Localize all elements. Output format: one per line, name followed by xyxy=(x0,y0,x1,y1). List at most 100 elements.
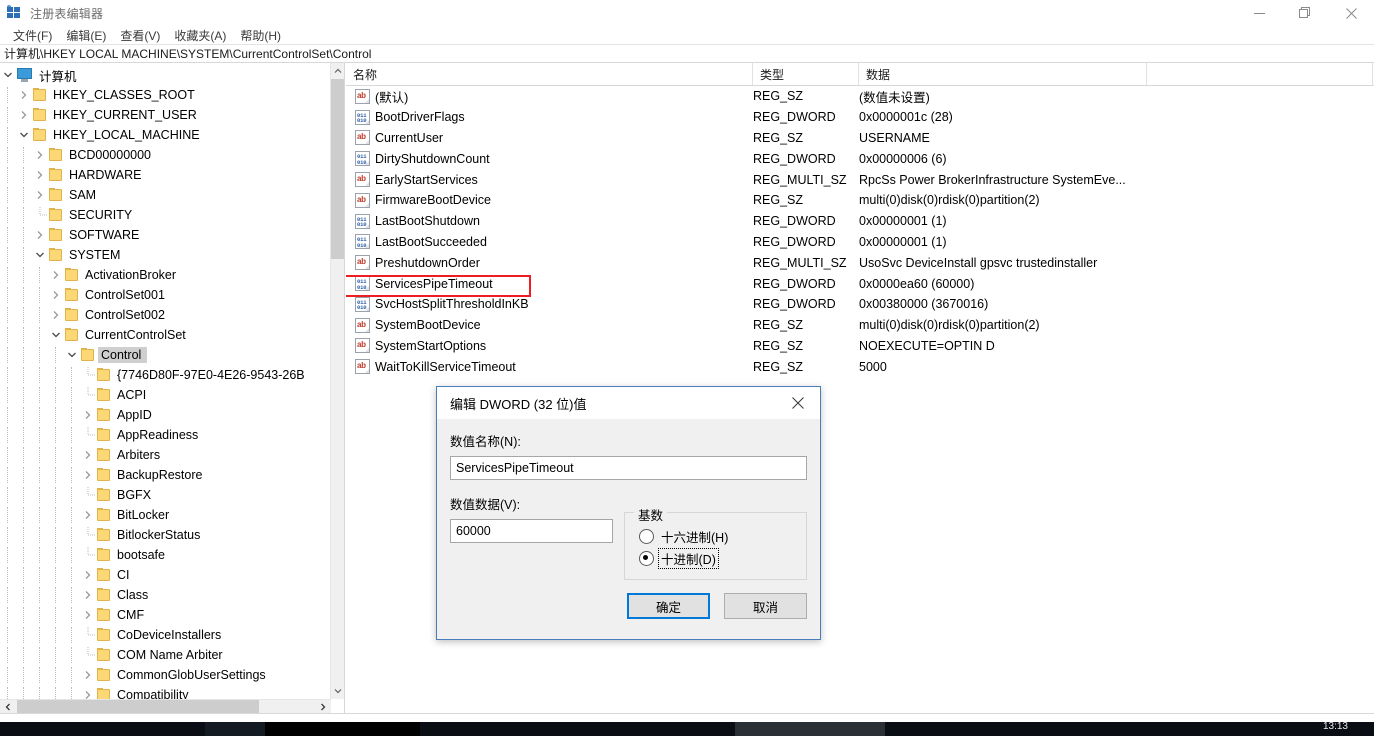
table-row[interactable]: 011 010 SvcHostSplitThresholdInKB REG_DWORD… xyxy=(346,294,1374,315)
column-header-type[interactable]: 类型 xyxy=(753,63,859,85)
chevron-down-icon[interactable] xyxy=(64,347,80,363)
column-header-name[interactable]: 名称 xyxy=(346,63,753,85)
table-row[interactable]: ab FirmwareBootDevice REG_SZ multi(0)disk(0… xyxy=(346,190,1374,211)
address-bar[interactable]: 计算机\HKEY LOCAL MACHINE\SYSTEM\CurrentCon… xyxy=(0,44,1374,63)
table-row[interactable]: 011 010 LastBootSucceeded REG_DWORD 0x000000… xyxy=(346,232,1374,253)
tree-node[interactable]: CI xyxy=(0,565,330,585)
chevron-right-icon[interactable] xyxy=(80,587,96,603)
chevron-right-icon[interactable] xyxy=(80,567,96,583)
tree-node[interactable]: HARDWARE xyxy=(0,165,330,185)
chevron-down-icon[interactable] xyxy=(16,127,32,143)
scroll-right-icon[interactable] xyxy=(315,700,331,713)
tree-node[interactable]: ControlSet002 xyxy=(0,305,330,325)
chevron-right-icon[interactable] xyxy=(32,147,48,163)
chevron-right-icon[interactable] xyxy=(80,407,96,423)
tree-node[interactable]: ACPI xyxy=(0,385,330,405)
minimize-icon[interactable] xyxy=(1236,0,1282,26)
tree-node[interactable]: AppID xyxy=(0,405,330,425)
scroll-down-icon[interactable] xyxy=(331,683,344,699)
tree-node[interactable]: SAM xyxy=(0,185,330,205)
tree-node[interactable]: SOFTWARE xyxy=(0,225,330,245)
chevron-down-icon[interactable] xyxy=(48,327,64,343)
table-row[interactable]: 011 010 ServicesPipeTimeout REG_DWORD 0x0000… xyxy=(346,273,1374,298)
tree-node[interactable]: CoDeviceInstallers xyxy=(0,625,330,645)
tree-node[interactable]: 计算机 xyxy=(0,65,330,85)
chevron-right-icon[interactable] xyxy=(80,507,96,523)
table-row[interactable]: ab SystemStartOptions REG_SZ NOEXECUTE=OPT… xyxy=(346,336,1374,357)
tree-node[interactable]: Control xyxy=(0,345,330,365)
chevron-right-icon[interactable] xyxy=(32,167,48,183)
column-header-data[interactable]: 数据 xyxy=(859,63,1147,85)
taskbar-active-app[interactable] xyxy=(735,722,885,736)
tree-node[interactable]: CMF xyxy=(0,605,330,625)
chevron-right-icon[interactable] xyxy=(80,447,96,463)
chevron-right-icon[interactable] xyxy=(32,187,48,203)
menu-favorites[interactable]: 收藏夹(A) xyxy=(167,26,233,45)
scroll-left-icon[interactable] xyxy=(0,700,16,713)
tree-node[interactable]: SYSTEM xyxy=(0,245,330,265)
taskbar-clock[interactable]: 13:13 xyxy=(1323,722,1348,732)
chevron-right-icon[interactable] xyxy=(16,107,32,123)
table-row[interactable]: ab CurrentUser REG_SZ USERNAME xyxy=(346,128,1374,149)
tree-node[interactable]: Class xyxy=(0,585,330,605)
tree-node[interactable]: Arbiters xyxy=(0,445,330,465)
tree-scroll-thumb[interactable] xyxy=(331,79,344,259)
tree-node[interactable]: ActivationBroker xyxy=(0,265,330,285)
tree-indent-guide xyxy=(32,447,48,463)
menu-file[interactable]: 文件(F) xyxy=(6,26,59,45)
restore-icon[interactable] xyxy=(1282,0,1328,26)
radio-hexadecimal[interactable]: 十六进制(H) xyxy=(639,525,806,547)
chevron-down-icon[interactable] xyxy=(32,247,48,263)
table-row[interactable]: ab (默认) REG_SZ (数值未设置) xyxy=(346,86,1374,107)
tree-node[interactable]: COM Name Arbiter xyxy=(0,645,330,665)
chevron-right-icon[interactable] xyxy=(80,667,96,683)
menu-view[interactable]: 查看(V) xyxy=(113,26,167,45)
table-row[interactable]: ab WaitToKillServiceTimeout REG_SZ 5000 xyxy=(346,356,1374,377)
tree-node[interactable]: HKEY_CLASSES_ROOT xyxy=(0,85,330,105)
tree-vertical-scrollbar[interactable] xyxy=(330,63,344,699)
chevron-right-icon[interactable] xyxy=(48,267,64,283)
tree-node[interactable]: CurrentControlSet xyxy=(0,325,330,345)
menu-edit[interactable]: 编辑(E) xyxy=(59,26,113,45)
tree-node[interactable]: HKEY_LOCAL_MACHINE xyxy=(0,125,330,145)
tree-node[interactable]: BitlockerStatus xyxy=(0,525,330,545)
tree-node[interactable]: BitLocker xyxy=(0,505,330,525)
menu-help[interactable]: 帮助(H) xyxy=(233,26,288,45)
tree-node[interactable]: bootsafe xyxy=(0,545,330,565)
table-row[interactable]: 011 010 BootDriverFlags REG_DWORD 0x0000001c… xyxy=(346,107,1374,128)
column-header-extra[interactable] xyxy=(1147,63,1373,85)
cancel-button[interactable]: 取消 xyxy=(724,593,807,619)
chevron-down-icon[interactable] xyxy=(0,67,16,83)
ok-button[interactable]: 确定 xyxy=(627,593,710,619)
tree-node[interactable]: AppReadiness xyxy=(0,425,330,445)
tree-node[interactable]: BCD00000000 xyxy=(0,145,330,165)
scroll-up-icon[interactable] xyxy=(331,63,344,79)
chevron-right-icon[interactable] xyxy=(48,307,64,323)
tree-node[interactable]: BackupRestore xyxy=(0,465,330,485)
tree-node[interactable]: BGFX xyxy=(0,485,330,505)
chevron-right-icon[interactable] xyxy=(32,227,48,243)
table-row[interactable]: ab SystemBootDevice REG_SZ multi(0)disk(0)r… xyxy=(346,315,1374,336)
radio-decimal[interactable]: 十进制(D) xyxy=(639,547,806,569)
chevron-right-icon[interactable] xyxy=(48,287,64,303)
close-icon[interactable] xyxy=(1328,0,1374,26)
table-row[interactable]: 011 010 LastBootShutdown REG_DWORD 0x0000000… xyxy=(346,211,1374,232)
tree-hscroll-thumb[interactable] xyxy=(17,700,259,713)
tree-node[interactable]: CommonGlobUserSettings xyxy=(0,665,330,685)
tree-node[interactable]: SECURITY xyxy=(0,205,330,225)
value-data-input[interactable] xyxy=(450,519,613,543)
tree-indent-guide xyxy=(0,167,16,183)
chevron-right-icon[interactable] xyxy=(16,87,32,103)
chevron-right-icon[interactable] xyxy=(80,607,96,623)
tree-node[interactable]: {7746D80F-97E0-4E26-9543-26B xyxy=(0,365,330,385)
table-row[interactable]: ab PreshutdownOrder REG_MULTI_SZ UsoSvc Dev… xyxy=(346,252,1374,273)
close-icon[interactable] xyxy=(776,387,820,418)
table-row[interactable]: ab EarlyStartServices REG_MULTI_SZ RpcSs Po… xyxy=(346,169,1374,190)
tree-node[interactable]: ControlSet001 xyxy=(0,285,330,305)
tree-node[interactable]: HKEY_CURRENT_USER xyxy=(0,105,330,125)
tree-horizontal-scrollbar[interactable] xyxy=(0,699,331,713)
chevron-right-icon[interactable] xyxy=(80,467,96,483)
table-row[interactable]: 011 010 DirtyShutdownCount REG_DWORD 0x00000… xyxy=(346,148,1374,169)
window-title: 注册表编辑器 xyxy=(30,6,104,21)
value-name-input[interactable] xyxy=(450,456,807,480)
